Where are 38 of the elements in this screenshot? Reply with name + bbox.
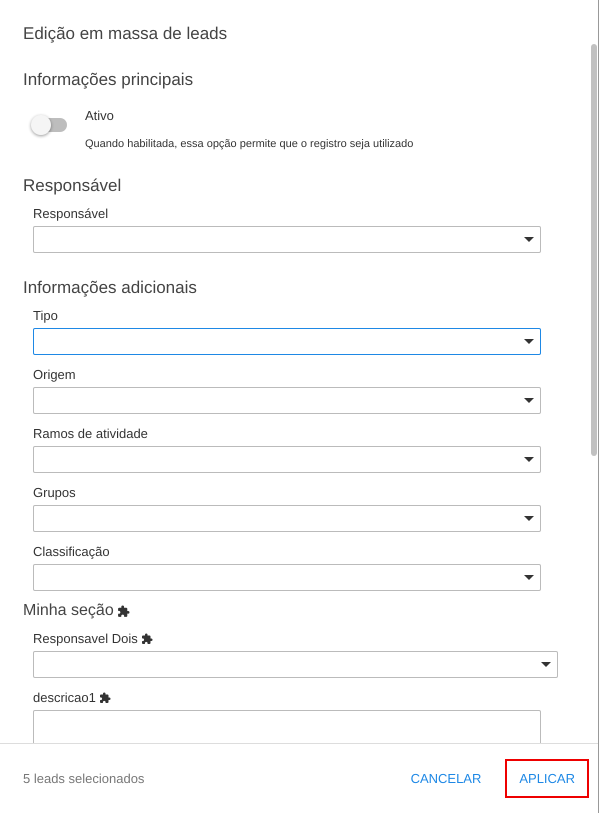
select-field[interactable] (33, 328, 541, 355)
caret-icon (524, 457, 534, 462)
field-label: Responsavel Dois (33, 630, 138, 648)
puzzle-icon (116, 604, 130, 618)
caret-icon (524, 575, 534, 580)
select-field[interactable] (33, 651, 558, 678)
apply-button[interactable]: APLICAR (505, 759, 589, 798)
caret-icon (524, 339, 534, 344)
caret-icon (524, 237, 534, 242)
caret-icon (541, 662, 551, 667)
field-label: Grupos (33, 484, 76, 502)
toggle-switch[interactable] (31, 115, 67, 135)
field-label: Tipo (33, 307, 58, 325)
select-field[interactable] (33, 446, 541, 473)
field-label: Responsável (33, 205, 108, 223)
select-field[interactable] (33, 564, 541, 591)
section-heading: Informações adicionais (23, 277, 198, 299)
cancel-button[interactable]: CANCELAR (396, 759, 496, 798)
field-label: Origem (33, 366, 76, 384)
text-field[interactable] (33, 710, 541, 743)
puzzle-icon (98, 692, 111, 704)
select-field[interactable] (33, 505, 541, 532)
subsection-heading: Minha seção (23, 601, 114, 621)
dialog-title: Edição em massa de leads (23, 23, 228, 45)
select-field[interactable] (33, 226, 541, 253)
field-label: Classificação (33, 543, 110, 561)
caret-icon (524, 398, 534, 403)
scrollbar[interactable] (591, 44, 597, 456)
puzzle-icon (140, 633, 153, 645)
selection-count: 5 leads selecionados (23, 771, 144, 786)
section-heading: Responsável (23, 175, 122, 197)
section-heading: Informações principais (23, 69, 194, 91)
select-field[interactable] (33, 387, 541, 414)
field-label: descricao1 (33, 689, 96, 707)
help-text: Quando habilitada, essa opção permite que o registro seja utilizado (85, 137, 414, 151)
field-label: Ramos de atividade (33, 425, 148, 443)
toggle-label: Ativo (85, 107, 115, 125)
caret-icon (524, 516, 534, 521)
